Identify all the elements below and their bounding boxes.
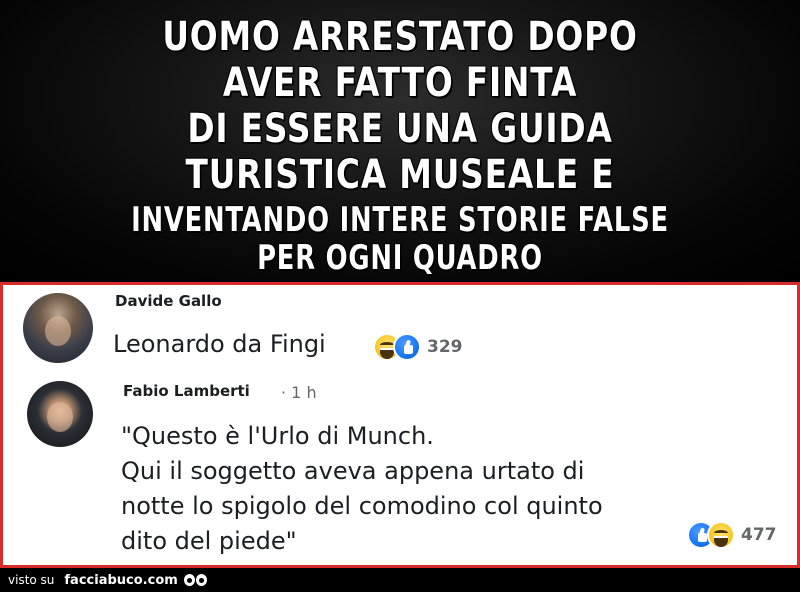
- eyes-logo-icon: [183, 574, 208, 586]
- headline-line: UOMO ARRESTATO DOPO: [162, 14, 638, 60]
- like-icon: [393, 333, 421, 361]
- comment-item: Davide Gallo Leonardo da Fingi 329: [3, 287, 797, 377]
- comment-timestamp[interactable]: · 1 h: [281, 383, 317, 402]
- avatar[interactable]: [27, 381, 93, 447]
- comment-author[interactable]: Fabio Lamberti: [123, 382, 250, 400]
- comment-item: Fabio Lamberti · 1 h "Questo è l'Urlo di…: [3, 377, 797, 567]
- reactions-summary[interactable]: 329: [373, 333, 463, 361]
- reaction-count: 477: [741, 525, 777, 545]
- comment-text-line: dito del piede": [121, 527, 297, 555]
- comment-text-line: notte lo spigolo del comodino col quinto: [121, 492, 603, 520]
- comment-author[interactable]: Davide Gallo: [115, 292, 222, 310]
- headline-line: INVENTANDO INTERE STORIE FALSE: [131, 200, 669, 240]
- headline-line: PER OGNI QUADRO: [257, 238, 543, 278]
- seen-on-label: visto su: [8, 573, 55, 587]
- haha-icon: [707, 521, 735, 549]
- headline-line: TURISTICA MUSEALE E: [185, 152, 615, 198]
- avatar[interactable]: [23, 293, 93, 363]
- comments-panel: Davide Gallo Leonardo da Fingi 329 Fabio…: [0, 282, 800, 568]
- comment-text-line: Qui il soggetto aveva appena urtato di: [121, 457, 585, 485]
- comment-text: "Questo è l'Urlo di Munch. Qui il sogget…: [121, 419, 681, 559]
- comment-text-line: "Questo è l'Urlo di Munch.: [121, 422, 434, 450]
- reactions-summary[interactable]: 477: [687, 521, 777, 549]
- brand-link[interactable]: facciabuco.com: [64, 573, 177, 588]
- headline-line: DI ESSERE UNA GUIDA: [187, 106, 613, 152]
- watermark-footer: visto su facciabuco.com: [0, 568, 800, 592]
- headline-banner: UOMO ARRESTATO DOPO AVER FATTO FINTA DI …: [0, 0, 800, 282]
- headline-line: AVER FATTO FINTA: [222, 60, 578, 106]
- reaction-count: 329: [427, 337, 463, 357]
- comment-text: Leonardo da Fingi: [113, 327, 326, 362]
- comment-text-line: Leonardo da Fingi: [113, 330, 326, 358]
